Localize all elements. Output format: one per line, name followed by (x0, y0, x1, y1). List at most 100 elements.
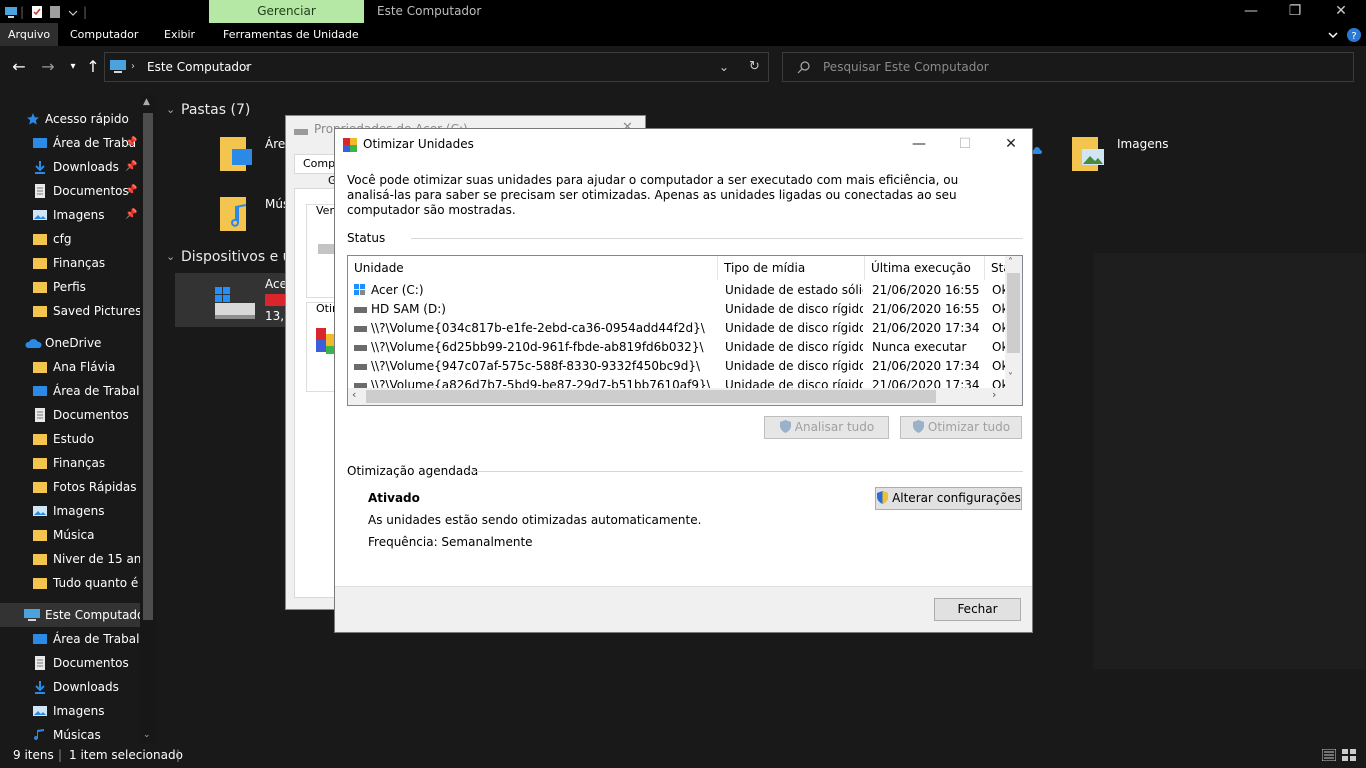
sidebar-item-onedrive-desktop[interactable]: Área de Trabalho (0, 379, 156, 403)
close-button[interactable]: ✕ (1318, 0, 1364, 23)
pictures-folder-icon[interactable] (1070, 133, 1106, 173)
table-row[interactable]: \\?\Volume{947c07af-575c-588f-8330-9332f… (348, 357, 1008, 376)
chevron-down-icon[interactable]: ⌄ (166, 103, 175, 116)
chevron-right-icon[interactable]: › (245, 53, 250, 81)
column-header-drive[interactable]: Unidade (348, 256, 718, 280)
chevron-down-icon[interactable]: ⌄ (719, 53, 729, 81)
sidebar-item-musica[interactable]: Música (0, 523, 156, 547)
tab-view[interactable]: Exibir (156, 23, 203, 46)
sidebar-item-downloads[interactable]: Downloads 📌 (0, 155, 156, 179)
sidebar-item-this-pc[interactable]: Este Computador (0, 603, 156, 627)
sidebar-item-onedrive-documents[interactable]: Documentos (0, 403, 156, 427)
sidebar-item-fotos-rapidas[interactable]: Fotos Rápidas (0, 475, 156, 499)
tab-manage[interactable]: Gerenciar (209, 0, 364, 23)
optimize-all-button[interactable]: Otimizar tudo (900, 416, 1022, 439)
maximize-button[interactable]: ❐ (1272, 0, 1318, 23)
sidebar-item-pc-downloads[interactable]: Downloads (0, 675, 156, 699)
up-icon[interactable]: ↑ (82, 46, 104, 88)
column-header-media-type[interactable]: Tipo de mídia (718, 256, 865, 280)
table-row[interactable]: \\?\Volume{6d25bb99-210d-961f-fbde-ab819… (348, 338, 1008, 357)
scroll-right-icon[interactable]: › (992, 388, 996, 401)
table-row[interactable]: \\?\Volume{a826d7b7-5bd9-be87-29d7-b51bb… (348, 376, 1008, 388)
computer-icon[interactable] (4, 5, 18, 19)
sidebar-item-pc-pictures[interactable]: Imagens (0, 699, 156, 723)
chevron-right-icon[interactable]: › (131, 53, 135, 81)
music-folder-icon[interactable] (218, 193, 254, 233)
desktop-icon (33, 634, 47, 644)
minimize-button[interactable]: — (897, 129, 941, 159)
sidebar-item-tudo-quanto[interactable]: Tudo quanto é a (0, 571, 156, 595)
sidebar-item-estudo[interactable]: Estudo (0, 427, 156, 451)
drive-list[interactable]: Unidade Tipo de mídia Última execução St… (347, 255, 1023, 406)
tab-computer[interactable]: Computador (62, 23, 146, 46)
chevron-down-icon[interactable] (66, 5, 80, 19)
address-bar[interactable]: › Este Computador › ⌄ ↻ (104, 52, 769, 82)
title-bar: | | Gerenciar Este Computador — ❐ ✕ (0, 0, 1366, 23)
pin-icon[interactable]: 📌 (125, 203, 137, 227)
sidebar-item-financas[interactable]: Finanças (0, 251, 156, 275)
help-icon[interactable]: ? (1346, 27, 1362, 43)
sidebar-item-pc-desktop[interactable]: Área de Trabalho (0, 627, 156, 651)
sidebar-item-pc-music[interactable]: Músicas (0, 723, 156, 743)
sidebar-item-quick-access[interactable]: Acesso rápido (0, 107, 156, 131)
minimize-button[interactable]: — (1228, 0, 1274, 23)
list-horizontal-scrollbar[interactable]: ‹ › (348, 388, 1022, 405)
table-row[interactable]: Acer (C:) Unidade de estado sólido 21/06… (348, 281, 1008, 300)
sidebar-item-saved-pictures[interactable]: Saved Pictures (0, 299, 156, 323)
list-horizontal-scroll-thumb[interactable] (366, 390, 936, 403)
sidebar-item-onedrive-financas[interactable]: Finanças (0, 451, 156, 475)
close-dialog-button[interactable]: Fechar (934, 598, 1021, 621)
dialog-title: Otimizar Unidades (363, 137, 474, 151)
pin-icon[interactable]: 📌 (125, 155, 137, 179)
recent-locations-chevron-icon[interactable]: ▾ (62, 46, 84, 88)
analyze-all-button[interactable]: Analisar tudo (764, 416, 889, 439)
chevron-down-icon[interactable] (1326, 28, 1340, 42)
tab-file[interactable]: Arquivo (0, 23, 59, 46)
forward-icon[interactable]: → (37, 46, 59, 88)
sidebar-item-desktop[interactable]: Área de Traba 📌 (0, 131, 156, 155)
sidebar-item-ana-flavia[interactable]: Ana Flávia (0, 355, 156, 379)
pin-icon[interactable]: 📌 (125, 131, 137, 155)
back-icon[interactable]: ← (8, 46, 30, 88)
maximize-button[interactable]: ☐ (943, 129, 987, 159)
scroll-left-icon[interactable]: ‹ (352, 388, 356, 401)
sidebar-item-niver[interactable]: Niver de 15 anos (0, 547, 156, 571)
pin-icon[interactable]: 📌 (125, 179, 137, 203)
section-header-folders[interactable]: Pastas (7) (181, 102, 250, 118)
scroll-up-icon[interactable]: ▲ (143, 97, 150, 107)
properties-icon[interactable] (30, 5, 44, 19)
sidebar-item-documents[interactable]: Documentos 📌 (0, 179, 156, 203)
column-header-last-run[interactable]: Última execução (865, 256, 985, 280)
close-button[interactable]: ✕ (989, 129, 1033, 159)
scroll-down-icon[interactable]: ˅ (1008, 372, 1013, 383)
drive-tile-c[interactable]: Ace 13,1 (175, 273, 292, 327)
breadcrumb[interactable]: Este Computador (147, 53, 251, 81)
column-header-status[interactable]: Sta (985, 256, 1007, 280)
table-row[interactable]: HD SAM (D:) Unidade de disco rígido 21/0… (348, 300, 1008, 319)
sidebar-item-cfg[interactable]: cfg (0, 227, 156, 251)
sidebar-item-pc-documents[interactable]: Documentos (0, 651, 156, 675)
refresh-icon[interactable]: ↻ (749, 53, 760, 81)
large-icons-view-icon[interactable] (1342, 749, 1356, 761)
section-header-devices[interactable]: Dispositivos e u (181, 249, 292, 265)
details-view-icon[interactable] (1322, 749, 1336, 761)
table-row[interactable]: \\?\Volume{034c817b-e1fe-2ebd-ca36-0954a… (348, 319, 1008, 338)
sidebar-item-onedrive-pictures[interactable]: Imagens (0, 499, 156, 523)
scroll-up-icon[interactable]: ˄ (1008, 257, 1013, 268)
new-folder-icon[interactable] (48, 5, 62, 19)
change-settings-button[interactable]: Alterar configurações (875, 487, 1022, 510)
sidebar-item-perfis[interactable]: Perfis (0, 275, 156, 299)
chevron-down-icon[interactable]: ⌄ (166, 250, 175, 263)
sidebar-item-pictures[interactable]: Imagens 📌 (0, 203, 156, 227)
tab-drive-tools[interactable]: Ferramentas de Unidade (215, 23, 367, 46)
scroll-down-icon[interactable]: ⌄ (143, 730, 151, 740)
search-input[interactable]: Pesquisar Este Computador (782, 52, 1354, 82)
desktop-folder-icon[interactable] (218, 133, 254, 173)
desktop-icon (33, 138, 47, 148)
download-icon (35, 161, 45, 174)
list-vertical-scroll-thumb[interactable] (1007, 273, 1020, 353)
sidebar-scroll-thumb[interactable] (143, 113, 153, 620)
dialog-footer: Fechar (335, 586, 1032, 632)
sidebar-item-onedrive[interactable]: OneDrive (0, 331, 156, 355)
folder-label-pictures[interactable]: Imagens (1117, 137, 1168, 151)
